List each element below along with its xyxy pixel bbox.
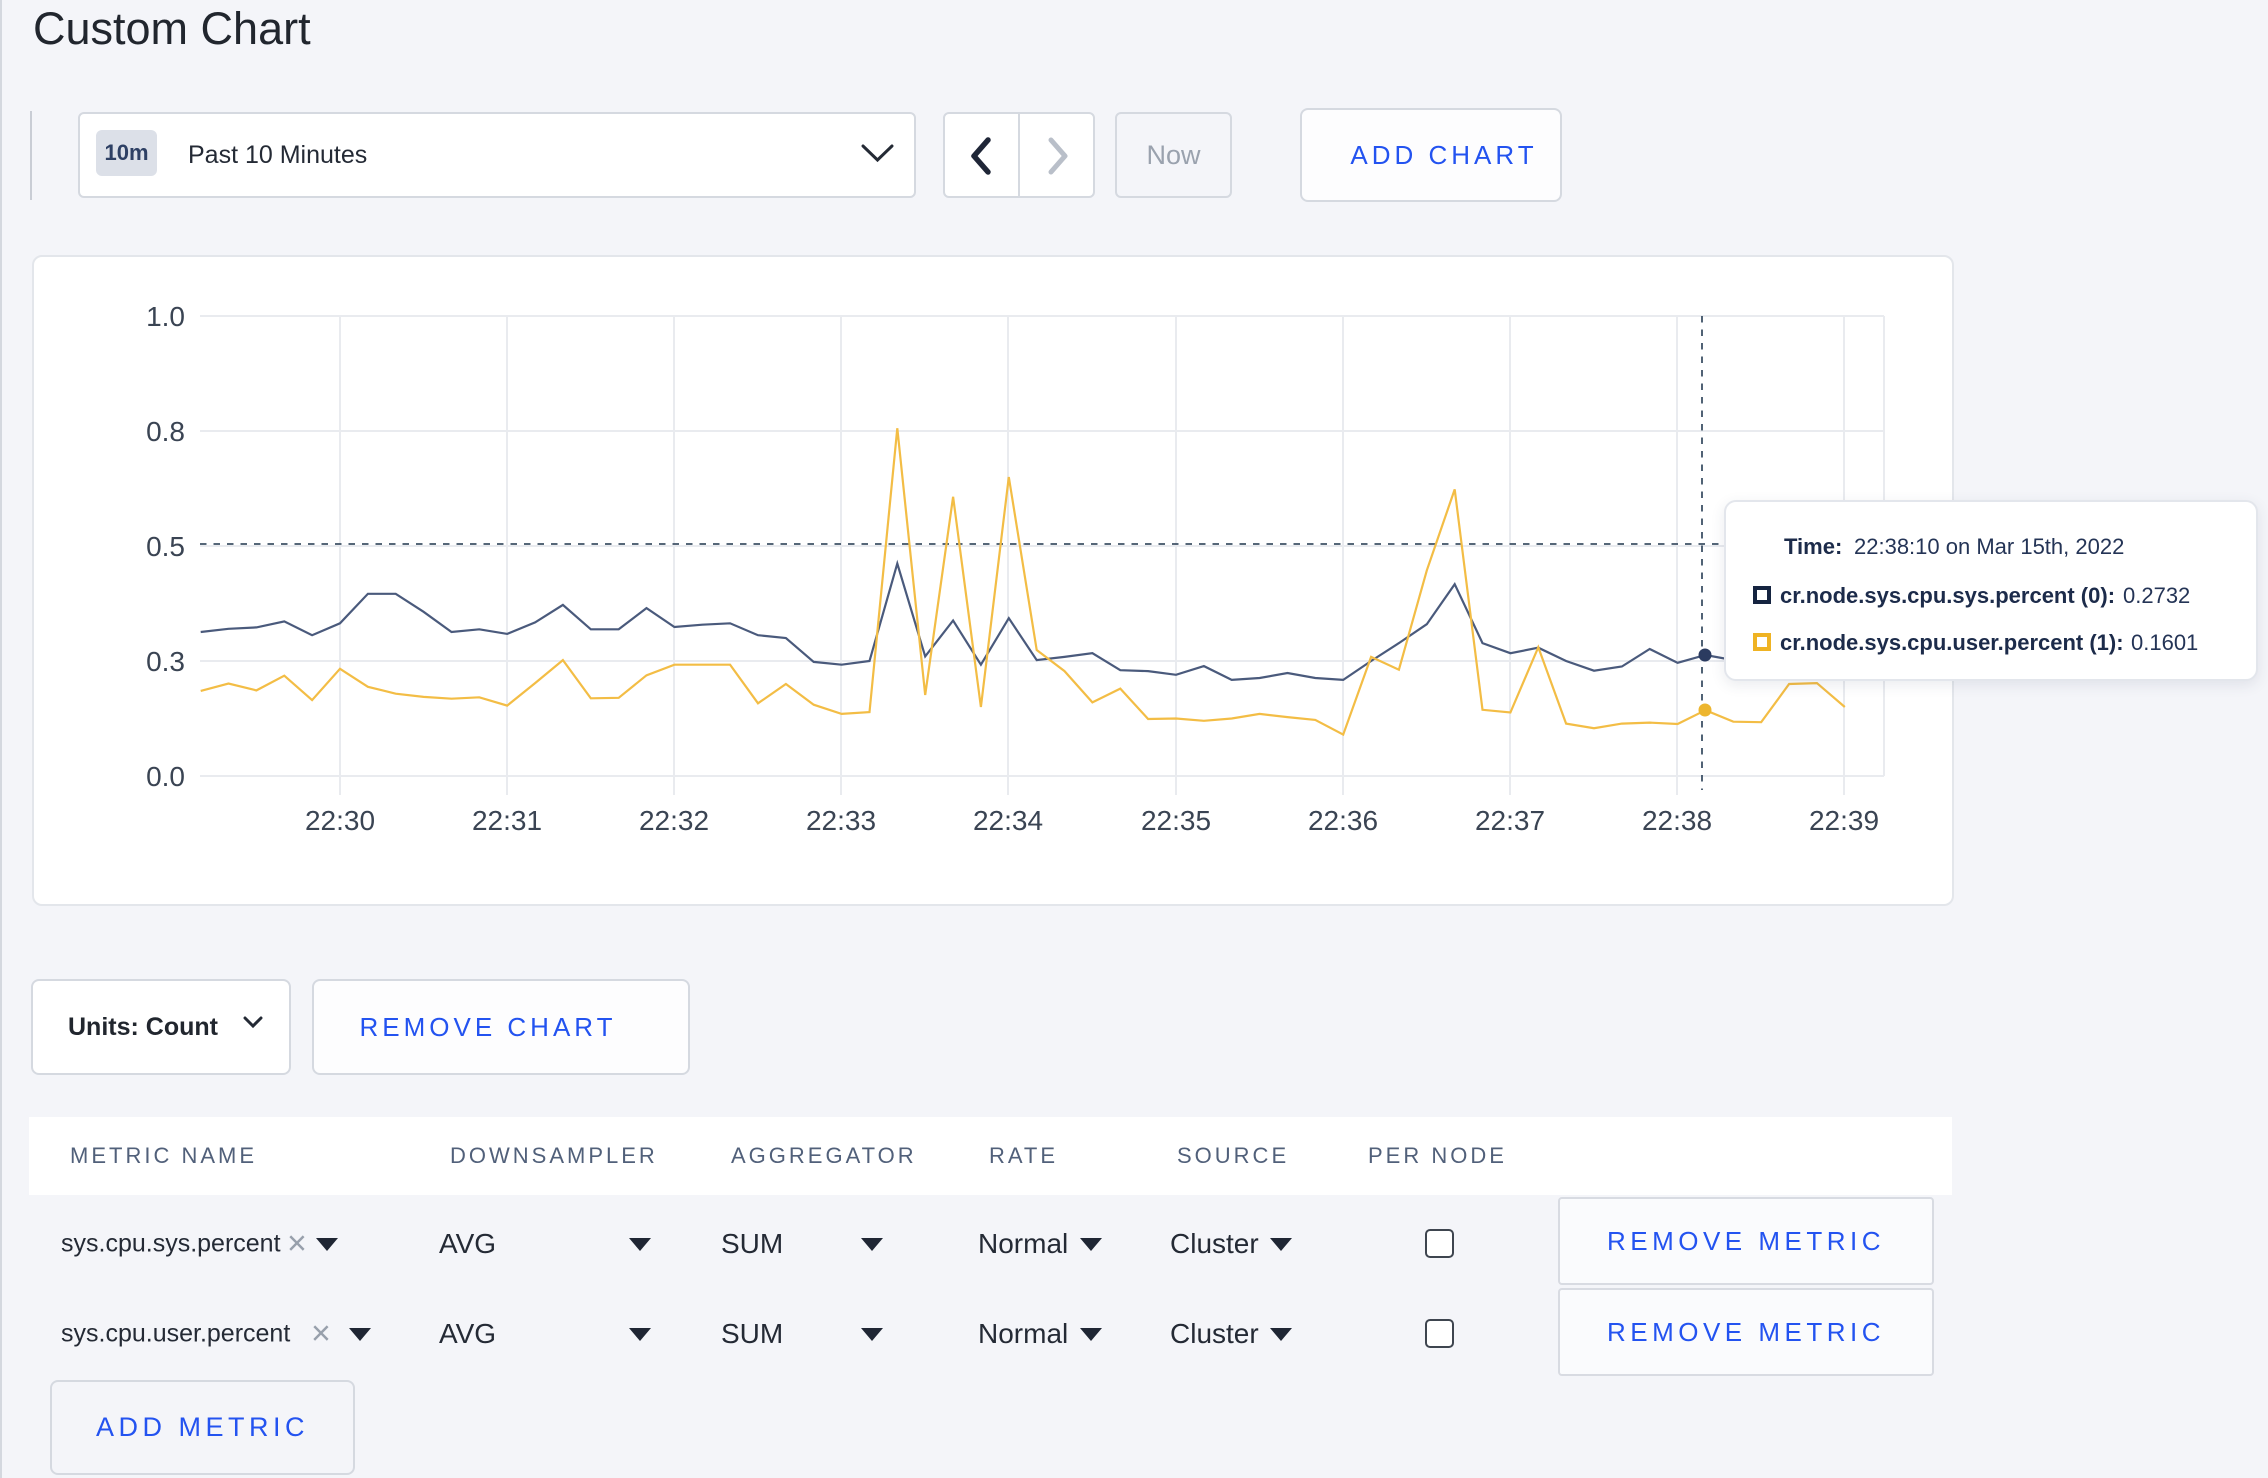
svg-text:22:37: 22:37 xyxy=(1475,805,1545,836)
svg-text:22:38: 22:38 xyxy=(1642,805,1712,836)
svg-text:22:35: 22:35 xyxy=(1141,805,1211,836)
svg-text:22:36: 22:36 xyxy=(1308,805,1378,836)
svg-text:22:32: 22:32 xyxy=(639,805,709,836)
svg-text:22:30: 22:30 xyxy=(305,805,375,836)
svg-text:0.3: 0.3 xyxy=(146,646,185,677)
svg-text:1.0: 1.0 xyxy=(146,301,185,332)
svg-text:22:34: 22:34 xyxy=(973,805,1043,836)
svg-text:22:33: 22:33 xyxy=(806,805,876,836)
svg-text:0.0: 0.0 xyxy=(146,761,185,792)
svg-text:22:31: 22:31 xyxy=(472,805,542,836)
svg-text:22:39: 22:39 xyxy=(1809,805,1879,836)
svg-text:0.5: 0.5 xyxy=(146,531,185,562)
svg-text:0.8: 0.8 xyxy=(146,416,185,447)
